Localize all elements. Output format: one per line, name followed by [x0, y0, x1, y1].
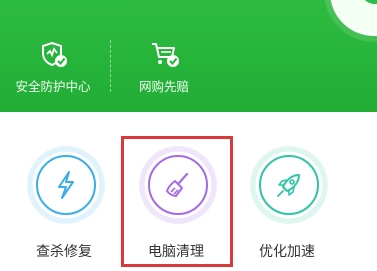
security-center-label: 安全防护中心	[15, 79, 91, 94]
optimize-speedup-ring	[250, 146, 328, 224]
optimize-speedup-label: 优化加速	[259, 244, 315, 260]
shield-check-icon	[42, 41, 67, 67]
scan-repair-circle	[36, 155, 96, 215]
scan-repair-button[interactable]: 查杀修复	[14, 138, 114, 268]
shopping-compensation-label: 网购先赔	[138, 79, 189, 94]
shopping-cart-check-icon	[152, 43, 179, 67]
header-banner: 安全防护中心 网购先赔	[0, 0, 377, 112]
optimize-speedup-circle	[259, 155, 319, 215]
header-divider	[110, 40, 111, 92]
scan-repair-label: 查杀修复	[36, 244, 92, 260]
lightning-icon	[58, 171, 74, 199]
status-orb[interactable]	[330, 0, 377, 36]
rocket-icon	[277, 174, 300, 197]
selection-highlight-frame	[121, 136, 233, 267]
optimize-speedup-button[interactable]: 优化加速	[237, 138, 337, 268]
scan-repair-ring	[27, 146, 105, 224]
